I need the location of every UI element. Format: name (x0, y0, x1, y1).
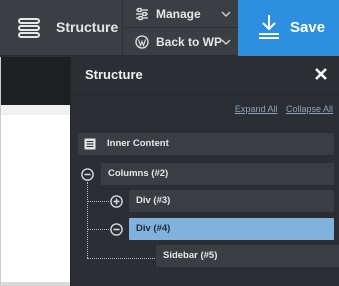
expand-collapse-links: Expand All Collapse All (229, 104, 333, 114)
chevron-down-icon (221, 39, 231, 46)
structure-button[interactable]: Structure (0, 0, 123, 56)
expand-all-link[interactable]: Expand All (235, 104, 278, 114)
canvas-header (1, 57, 71, 105)
expand-toggle-icon[interactable] (110, 195, 123, 208)
tree-node-label: Inner Content (107, 138, 169, 149)
page-canvas[interactable] (0, 57, 71, 286)
sliders-icon (136, 7, 148, 21)
tree-connector (87, 182, 88, 258)
document-icon (84, 138, 96, 150)
canvas-scrollbar[interactable] (1, 282, 71, 286)
tree-node-label: Sidebar (#5) (163, 250, 218, 261)
collapse-all-link[interactable]: Collapse All (286, 104, 333, 114)
structure-panel: Structure Expand All Collapse All Inner … (70, 57, 339, 286)
save-button-label: Save (290, 19, 326, 36)
panel-header: Structure (71, 57, 339, 95)
tree-node-div-3[interactable]: Div (#3) (129, 190, 334, 212)
tree-node-label: Div (#3) (136, 195, 171, 206)
back-to-wp-label: Back to WP (156, 35, 223, 49)
wordpress-icon (135, 35, 149, 49)
top-toolbar: Structure Manage Back to WP Save (0, 0, 339, 56)
structure-icon (18, 18, 40, 38)
panel-title: Structure (85, 67, 143, 82)
download-icon (259, 15, 279, 39)
tree-node-sidebar[interactable]: Sidebar (#5) (156, 245, 339, 267)
tree-node-label: Columns (#2) (108, 168, 169, 179)
close-icon[interactable] (314, 67, 328, 81)
structure-button-label: Structure (56, 19, 119, 35)
back-to-wp-button[interactable]: Back to WP (124, 28, 238, 56)
tree-node-label: Div (#4) (136, 223, 171, 234)
collapse-toggle-icon[interactable] (110, 223, 123, 236)
tree-node-columns[interactable]: Columns (#2) (101, 163, 334, 185)
collapse-toggle-icon[interactable] (81, 168, 94, 181)
tree-node-div-4[interactable]: Div (#4) (129, 218, 334, 240)
canvas-strip (1, 105, 71, 115)
manage-button-label: Manage (156, 7, 201, 21)
tree-connector (87, 201, 109, 202)
tree-node-inner-content[interactable]: Inner Content (78, 133, 334, 155)
chevron-down-icon (221, 11, 231, 18)
save-button[interactable]: Save (238, 0, 339, 56)
tree-connector (87, 258, 155, 259)
manage-button[interactable]: Manage (124, 0, 238, 28)
tree-connector (87, 229, 109, 230)
